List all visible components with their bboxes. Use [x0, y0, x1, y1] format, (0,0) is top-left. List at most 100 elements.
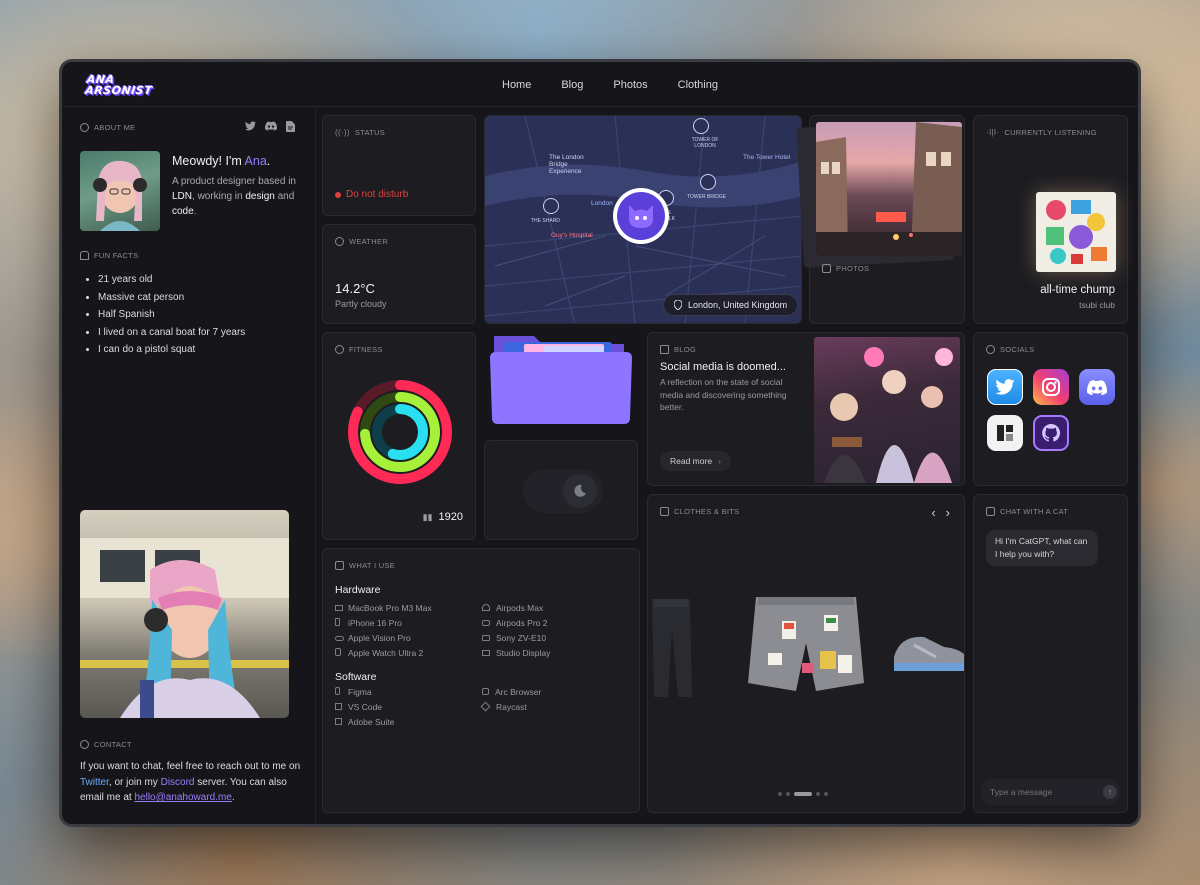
carousel-dot[interactable]	[824, 792, 828, 796]
map-label-tower-bridge: TOWER BRIDGE	[687, 194, 727, 200]
sidebar: About me Meowdy! I'm Ana. A p	[62, 107, 316, 824]
send-button[interactable]: ↑	[1103, 785, 1117, 799]
theme-toggle[interactable]	[523, 469, 603, 513]
software-title: Software	[335, 671, 377, 683]
map-label-tower-hotel: The Tower Hotel	[743, 154, 791, 161]
twitter-link[interactable]: Twitter	[80, 777, 109, 788]
list-item: Figma	[335, 685, 485, 700]
weather-desc: Partly cloudy	[335, 299, 387, 309]
blog-desc: A reflection on the state of social medi…	[660, 377, 787, 412]
arc-icon	[482, 688, 489, 695]
nav-home[interactable]: Home	[502, 79, 531, 91]
status-value: Do not disturb	[335, 189, 408, 200]
chat-icon	[986, 507, 995, 516]
nav-blog[interactable]: Blog	[561, 79, 583, 91]
list-item: Studio Display	[482, 646, 632, 661]
folder-widget[interactable]	[484, 332, 638, 432]
twitter-icon[interactable]	[245, 121, 256, 131]
list-item: Massive cat person	[98, 289, 245, 307]
chat-input[interactable]	[990, 787, 1103, 797]
hardware-title: Hardware	[335, 584, 381, 596]
fitness-label: Fitness	[335, 345, 383, 354]
map-label-guys-hospital: Guy's Hospital	[551, 232, 593, 239]
step-count: ▮▮ 1920	[422, 511, 463, 523]
top-bar: ANA ARSONIST Home Blog Photos Clothing	[62, 62, 1138, 107]
nav-clothing[interactable]: Clothing	[678, 79, 718, 91]
photo-street	[816, 122, 962, 256]
chat-input-container: ↑	[980, 779, 1121, 805]
list-item: MacBook Pro M3 Max	[335, 601, 485, 616]
layers-app-icon[interactable]	[987, 415, 1023, 451]
settings-icon	[335, 561, 344, 570]
list-item: I lived on a canal boat for 7 years	[98, 324, 245, 342]
cloud-icon	[80, 251, 89, 260]
carousel-dot[interactable]	[786, 792, 790, 796]
carousel-dot[interactable]	[778, 792, 782, 796]
photos-label: Photos	[822, 264, 869, 273]
software-list-right: Arc Browser Raycast	[480, 685, 632, 715]
listening-card: ·ı|ı· Currently listening all-time chump …	[973, 115, 1128, 324]
cat-avatar-marker[interactable]	[613, 188, 669, 244]
instagram-app-icon[interactable]	[1033, 369, 1069, 405]
github-icon	[1042, 423, 1061, 442]
phone-icon	[335, 618, 340, 626]
carousel-dots	[778, 792, 828, 796]
album-cover[interactable]	[1036, 192, 1116, 272]
carousel-dot[interactable]	[816, 792, 820, 796]
watch-icon	[335, 648, 341, 656]
photos-card[interactable]: Photos	[796, 115, 965, 324]
chevron-right-icon: ›	[718, 456, 721, 466]
map-card[interactable]: TOWER OF LONDON The London Bridge Experi…	[484, 115, 802, 324]
tools-card: What I use Hardware MacBook Pro M3 Max i…	[322, 548, 640, 813]
fun-facts-label: Fun facts	[80, 251, 138, 260]
map-marker-icon	[693, 118, 709, 134]
email-link[interactable]: hello@anahoward.me	[134, 792, 231, 803]
waveform-icon: ·ı|ı·	[986, 128, 1000, 137]
monitor-icon	[482, 650, 490, 656]
carousel-dot-active[interactable]	[794, 792, 812, 796]
contact-text: If you want to chat, feel free to reach …	[80, 761, 301, 803]
map-marker-icon	[543, 198, 559, 214]
discord-icon[interactable]	[265, 121, 277, 131]
jeans-item[interactable]	[648, 599, 694, 699]
list-item: Arc Browser	[482, 685, 632, 700]
footsteps-icon: ▮▮	[422, 511, 433, 522]
map-label-london: London	[591, 200, 613, 207]
bio: A product designer based in LDN, working…	[172, 176, 296, 217]
blog-card[interactable]: Blog Social media is doomed... A reflect…	[647, 332, 965, 486]
list-item: Airpods Max	[482, 601, 632, 616]
contact-label: Contact	[80, 740, 132, 749]
shorts-item[interactable]	[746, 593, 866, 703]
hardware-list-right: Airpods Max Airpods Pro 2 Sony ZV-E10 St…	[482, 601, 632, 661]
chevron-left-icon[interactable]: ‹	[931, 505, 935, 520]
blog-label: Blog	[660, 345, 696, 354]
carousel-nav: ‹ ›	[931, 505, 950, 520]
chevron-right-icon[interactable]: ›	[946, 505, 950, 520]
fun-facts-list: 21 years old Massive cat person Half Spa…	[98, 271, 245, 359]
map-label-bridge-experience: The London Bridge Experience	[549, 154, 584, 175]
status-card: ((·)) Status Do not disturb	[322, 115, 476, 216]
nav-photos[interactable]: Photos	[613, 79, 647, 91]
discord-app-icon[interactable]	[1079, 369, 1115, 405]
status-label: ((·)) Status	[335, 128, 386, 137]
raycast-icon	[480, 701, 491, 712]
list-item: Raycast	[480, 700, 632, 715]
main-nav: Home Blog Photos Clothing	[62, 62, 1138, 107]
list-item: Sony ZV-E10	[482, 631, 632, 646]
discord-link[interactable]: Discord	[161, 777, 195, 788]
github-app-icon[interactable]	[1033, 415, 1069, 451]
location-pin-icon	[674, 300, 682, 310]
track-artist: tsubi club	[1079, 300, 1115, 310]
clothes-card: Clothes & bits ‹ ›	[647, 494, 965, 813]
list-item: Airpods Pro 2	[482, 616, 632, 631]
discord-icon	[1087, 379, 1107, 395]
sneaker-item[interactable]	[894, 627, 965, 675]
blog-image	[814, 337, 960, 483]
broadcast-icon: ((·))	[335, 128, 350, 137]
document-icon[interactable]	[286, 121, 295, 132]
twitter-app-icon[interactable]	[987, 369, 1023, 405]
airpods-icon	[482, 620, 490, 626]
list-item: I can do a pistol squat	[98, 341, 245, 359]
read-more-button[interactable]: Read more ›	[660, 451, 731, 471]
map-label-tower-of-london: TOWER OF LONDON	[691, 137, 719, 149]
